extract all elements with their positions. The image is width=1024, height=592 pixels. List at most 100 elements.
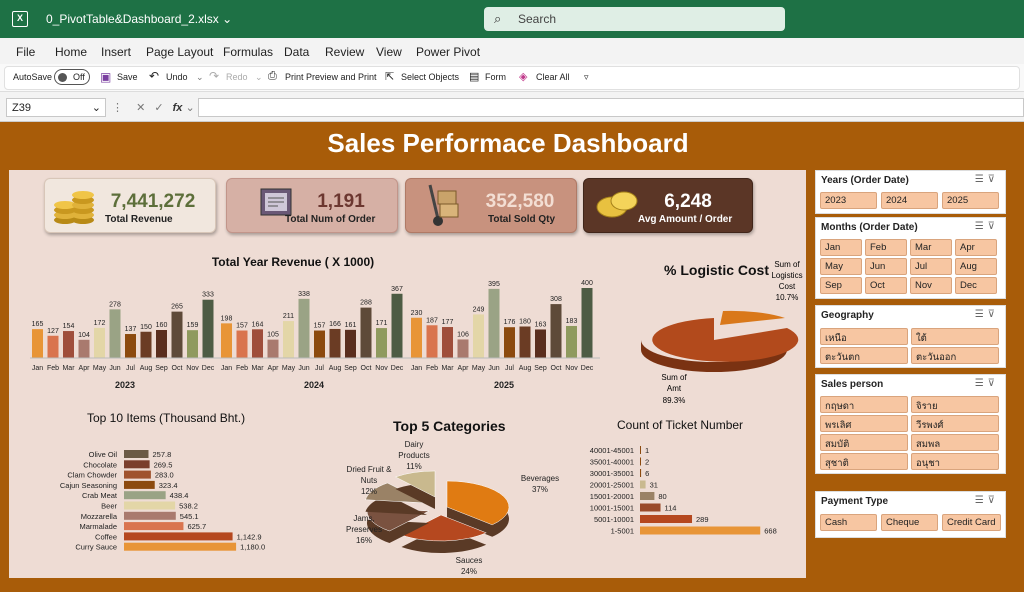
ticket-range-label: 30001-35001 [590,469,634,478]
ticket-value-label: 114 [665,504,677,513]
ticket-bar [640,515,693,523]
item-bar [124,542,237,551]
item-bar [124,501,176,510]
pie-label: Sum of [774,260,800,269]
slicer-years: Years (Order Date) ☰⊽ 2023 2024 2025 [815,170,1006,214]
slicer-item[interactable]: สมบัติ [820,434,908,451]
multi-select-icon[interactable]: ☰ [975,221,988,232]
slicer-item[interactable]: วีรพงศ์ [911,415,999,432]
revenue-bar [202,299,214,358]
bar-value-label: 172 [94,320,106,327]
bar-value-label: 230 [411,310,423,317]
category-label: Dried Fruit & [347,465,393,474]
slicer-item[interactable]: Jul [910,258,952,275]
item-label: Clam Chowder [67,471,117,480]
ticket-bar [640,446,641,454]
slicer-item[interactable]: ใต้ [911,328,999,345]
slicer-payment-type: Payment Type ☰⊽ Cash Cheque Credit Card [815,491,1006,538]
slicer-item[interactable]: ตะวันออก [911,347,999,364]
slicer-item[interactable]: สมพล [911,434,999,451]
slicer-item[interactable]: Cheque [881,514,938,531]
slicer-item[interactable]: Apr [955,239,997,256]
clear-filter-icon[interactable]: ⊽ [988,495,999,506]
clear-filter-icon[interactable]: ⊽ [988,378,999,389]
revenue-bar [519,326,531,358]
category-label: 37% [532,485,548,494]
month-tick-label: May [472,365,486,372]
item-label: Beer [101,502,117,511]
slicer-item[interactable]: พรเลิศ [820,415,908,432]
revenue-bar [376,328,387,358]
slicer-item[interactable]: Jan [820,239,862,256]
month-tick-label: Aug [140,365,153,372]
month-tick-label: Nov [565,365,578,372]
month-tick-label: Feb [236,365,248,372]
bar-value-label: 177 [442,319,454,326]
slicer-item[interactable]: Mar [910,239,952,256]
bar-value-label: 400 [581,280,593,287]
item-bar [124,522,184,531]
bar-value-label: 180 [519,319,531,326]
clear-filter-icon[interactable]: ⊽ [988,309,999,320]
slicer-item[interactable]: Jun [865,258,907,275]
multi-select-icon[interactable]: ☰ [975,495,988,506]
ticket-value-label: 1 [645,446,649,455]
slicer-item[interactable]: สุชาติ [820,453,908,470]
slicer-item[interactable]: 2024 [881,192,938,209]
bar-value-label: 157 [236,323,248,330]
revenue-bar [252,329,263,358]
month-tick-label: Feb [426,365,438,372]
item-bar [124,491,166,500]
slicer-sales-person: Sales person ☰⊽ กฤษดา จิราย พรเลิศ วีรพง… [815,374,1006,474]
slicer-item[interactable]: อนุชา [911,453,999,470]
pie-label: Logistics [771,271,802,280]
clear-filter-icon[interactable]: ⊽ [988,221,999,232]
bar-value-label: 211 [283,313,294,320]
revenue-bar [360,307,372,358]
item-bar [124,532,233,541]
item-value-label: 269.5 [154,460,173,469]
month-tick-label: Oct [361,365,372,372]
slicer-item[interactable]: Cash [820,514,877,531]
slicer-item[interactable]: Aug [955,258,997,275]
ticket-value-label: 31 [650,481,658,490]
slicer-item[interactable]: Oct [865,277,907,294]
revenue-bar [391,293,403,358]
bar-value-label: 183 [566,318,578,325]
year-axis-label: 2025 [494,380,514,390]
clear-filter-icon[interactable]: ⊽ [988,174,999,185]
slicer-item[interactable]: Dec [955,277,997,294]
bar-value-label: 154 [63,323,75,330]
slicer-item[interactable]: จิราย [911,396,999,413]
month-tick-label: Jul [315,365,324,372]
item-label: Crab Meat [82,491,118,500]
ticket-range-label: 40001-45001 [590,446,634,455]
bar-value-label: 165 [32,321,44,328]
month-tick-label: Jul [126,365,135,372]
slicer-item[interactable]: 2023 [820,192,877,209]
slicer-item[interactable]: ตะวันตก [820,347,908,364]
slicer-item[interactable]: May [820,258,862,275]
ticket-bar [640,503,661,512]
ticket-value-label: 2 [645,458,649,467]
multi-select-icon[interactable]: ☰ [975,309,988,320]
slicer-item[interactable]: Feb [865,239,907,256]
slicer-item[interactable]: Nov [910,277,952,294]
bar-value-label: 161 [345,322,357,329]
revenue-bar [535,329,546,358]
month-tick-label: Aug [329,365,342,372]
category-label: 12% [361,487,377,496]
revenue-bar [156,330,167,358]
slicer-item[interactable]: Credit Card [942,514,1001,531]
slicer-item[interactable]: Sep [820,277,862,294]
revenue-bar [473,314,484,358]
multi-select-icon[interactable]: ☰ [975,174,988,185]
multi-select-icon[interactable]: ☰ [975,378,988,389]
revenue-bar [267,339,279,358]
slicer-item[interactable]: 2025 [942,192,999,209]
month-tick-label: Sep [155,365,168,372]
bar-value-label: 176 [504,319,516,326]
ticket-value-label: 6 [645,469,649,478]
slicer-item[interactable]: เหนือ [820,328,908,345]
slicer-item[interactable]: กฤษดา [820,396,908,413]
